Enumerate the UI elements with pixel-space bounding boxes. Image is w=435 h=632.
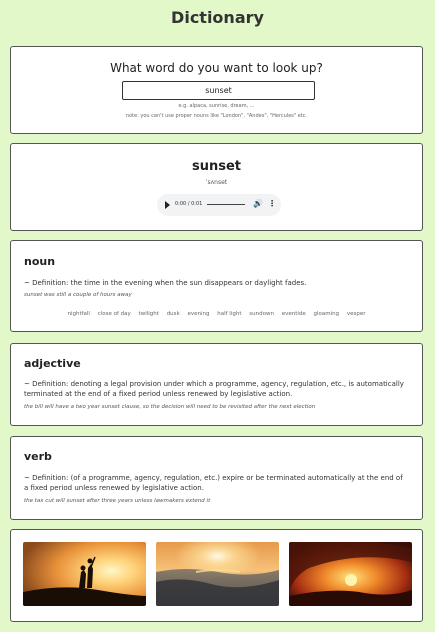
more-options-icon[interactable]: ⋮ — [268, 199, 276, 208]
wave-sunset-image[interactable] — [289, 542, 412, 606]
pos-heading: noun — [24, 255, 56, 268]
synonym[interactable]: gloaming — [314, 311, 340, 317]
adjective-card: adjective ~ Definition: denoting a legal… — [10, 343, 423, 426]
search-card: What word do you want to look up? e.g. a… — [10, 46, 423, 134]
synonym[interactable]: close of day — [98, 311, 131, 317]
example: the bill will have a two year sunset cla… — [24, 404, 316, 410]
synonym[interactable]: half light — [217, 311, 241, 317]
definition: ~ Definition: denoting a legal provision… — [24, 380, 404, 398]
search-prompt: What word do you want to look up? — [110, 61, 323, 75]
synonym[interactable]: evening — [187, 311, 209, 317]
word-title: sunset — [191, 159, 242, 174]
audio-player[interactable]: 0:00 / 0:01 🔊 ⋮ — [157, 194, 281, 216]
search-note: note: you can't use proper nouns like "L… — [125, 113, 308, 119]
silhouette-sunset-graphic — [23, 542, 146, 606]
silhouette-sunset-image[interactable] — [23, 542, 146, 606]
synonym[interactable]: nightfall — [67, 311, 90, 317]
example: sunset was still a couple of hours away — [24, 292, 132, 298]
noun-card: noun ~ Definition: the time in the eveni… — [10, 240, 423, 332]
wave-sunset-graphic — [289, 542, 412, 606]
synonym[interactable]: vesper — [347, 311, 366, 317]
volume-icon[interactable]: 🔊 — [253, 199, 263, 208]
word-card: sunset ˈsʌnset 0:00 / 0:01 🔊 ⋮ — [10, 143, 423, 231]
synonym[interactable]: eventide — [282, 311, 306, 317]
audio-time: 0:00 / 0:01 — [175, 201, 203, 207]
synonym-list: nightfall close of day twilight dusk eve… — [11, 311, 422, 317]
app-title: Dictionary — [171, 8, 264, 27]
definition: ~ Definition: (of a programme, agency, r… — [24, 474, 403, 492]
word-phonetic: ˈsʌnset — [205, 179, 228, 186]
ocean-sunset-graphic — [156, 542, 279, 606]
search-hint: e.g. alpaca, sunrise, dream, ... — [178, 103, 255, 109]
pos-heading: verb — [24, 450, 52, 463]
pos-heading: adjective — [24, 357, 81, 370]
synonym[interactable]: dusk — [167, 311, 180, 317]
example: the tax cut will sunset after three year… — [24, 498, 211, 504]
images-card — [10, 529, 423, 622]
audio-progress-bar[interactable] — [207, 204, 245, 205]
synonym[interactable]: sundown — [249, 311, 274, 317]
definition: ~ Definition: the time in the evening wh… — [24, 279, 307, 287]
ocean-sunset-image[interactable] — [156, 542, 279, 606]
search-input[interactable] — [122, 81, 315, 100]
play-icon[interactable] — [165, 201, 170, 209]
synonym[interactable]: twilight — [139, 311, 159, 317]
verb-card: verb ~ Definition: (of a programme, agen… — [10, 436, 423, 520]
